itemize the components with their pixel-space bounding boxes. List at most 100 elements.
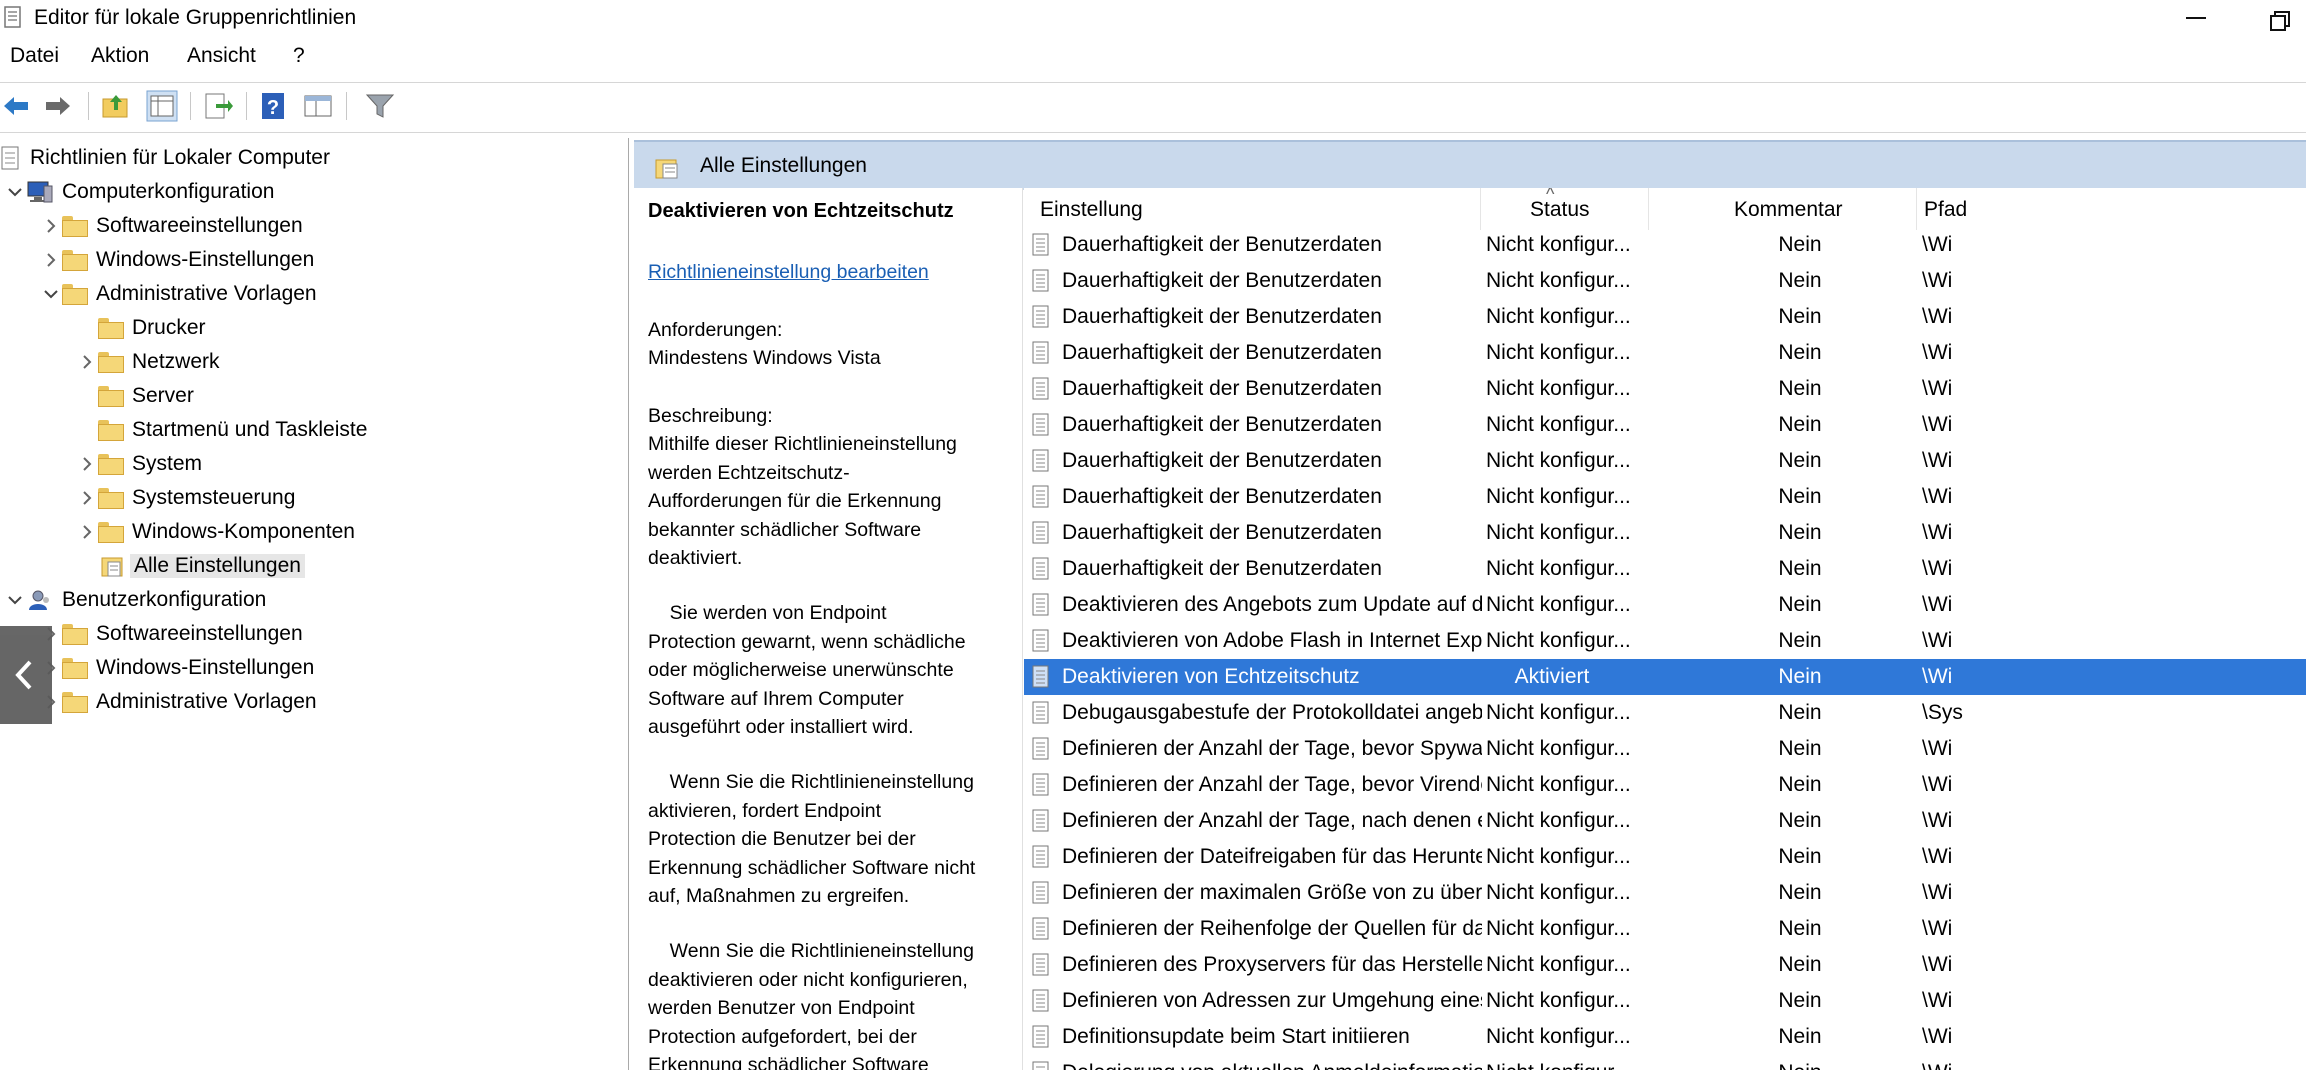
table-row[interactable]: Definieren der Anzahl der Tage, nach den… xyxy=(1024,803,2306,839)
setting-comment: Nein xyxy=(1778,413,1822,436)
tree-item-systemsteuerung[interactable]: Systemsteuerung xyxy=(76,482,295,514)
tree-item-system[interactable]: System xyxy=(76,448,202,480)
tree-item-netzwerk[interactable]: Netzwerk xyxy=(76,346,220,378)
setting-name: Dauerhaftigkeit der Benutzerdaten xyxy=(1062,377,1382,400)
setting-comment: Nein xyxy=(1778,629,1822,652)
edit-policy-link[interactable]: Richtlinieneinstellung bearbeiten xyxy=(648,261,929,284)
table-row[interactable]: Dauerhaftigkeit der Benutzerdaten Nicht k… xyxy=(1024,407,2306,443)
table-row[interactable]: Deaktivieren des Angebots zum Update auf… xyxy=(1024,587,2306,623)
tree-item-softwareeinstellungen[interactable]: Softwareeinstellungen xyxy=(40,210,303,242)
tree-item-user-administrative-vorlagen[interactable]: Administrative Vorlagen xyxy=(40,686,317,718)
table-row[interactable]: Delegierung von aktuellen Anmeldeinforma… xyxy=(1024,1055,2306,1070)
policy-setting-icon xyxy=(1032,665,1049,688)
setting-status: Nicht konfigur... xyxy=(1486,341,1631,364)
tree-item-alle-einstellungen[interactable]: Alle Einstellungen xyxy=(98,550,305,582)
menu-ansicht[interactable]: Ansicht xyxy=(187,44,256,68)
column-header-kommentar[interactable]: Kommentar xyxy=(1734,198,1843,222)
description-label: Beschreibung: xyxy=(648,405,773,427)
folder-icon xyxy=(62,284,88,305)
tree-item-windows-einstellungen[interactable]: Windows-Einstellungen xyxy=(40,244,314,276)
column-divider[interactable] xyxy=(1916,188,1917,230)
column-header-pfad[interactable]: Pfad xyxy=(1924,198,1967,222)
table-row[interactable]: Definieren der Anzahl der Tage, bevor Sp… xyxy=(1024,731,2306,767)
menu-help[interactable]: ? xyxy=(293,44,305,68)
setting-status: Nicht konfigur... xyxy=(1486,593,1631,616)
table-row[interactable]: Definieren des Proxyservers für das Hers… xyxy=(1024,947,2306,983)
table-row[interactable]: Dauerhaftigkeit der Benutzerdaten Nicht k… xyxy=(1024,479,2306,515)
setting-path: \Wi xyxy=(1922,233,1953,256)
column-header-status[interactable]: Status xyxy=(1530,198,1590,222)
table-row[interactable]: Definieren der Reihenfolge der Quellen f… xyxy=(1024,911,2306,947)
properties-pane-icon[interactable] xyxy=(302,90,334,122)
setting-path: \Wi xyxy=(1922,269,1953,292)
menu-datei[interactable]: Datei xyxy=(10,44,59,68)
setting-name: Definieren der Anzahl der Tage, bevor Sp… xyxy=(1062,737,1482,760)
tree-item-windows-komponenten[interactable]: Windows-Komponenten xyxy=(76,516,355,548)
table-row[interactable]: Definieren der Anzahl der Tage, bevor Vi… xyxy=(1024,767,2306,803)
column-header-einstellung[interactable]: Einstellung xyxy=(1040,198,1143,222)
setting-name: Definieren der Dateifreigaben für das He… xyxy=(1062,845,1482,868)
table-row[interactable]: Dauerhaftigkeit der Benutzerdaten Nicht k… xyxy=(1024,515,2306,551)
tree-item-user-softwareeinstellungen[interactable]: Softwareeinstellungen xyxy=(40,618,303,650)
folder-icon xyxy=(98,386,124,407)
setting-path: \Wi xyxy=(1922,449,1953,472)
table-row[interactable]: Dauerhaftigkeit der Benutzerdaten Nicht k… xyxy=(1024,551,2306,587)
chevron-down-icon[interactable] xyxy=(4,181,26,203)
table-row[interactable]: Dauerhaftigkeit der Benutzerdaten Nicht k… xyxy=(1024,227,2306,263)
chevron-right-icon[interactable] xyxy=(76,487,98,509)
setting-comment: Nein xyxy=(1778,449,1822,472)
setting-path: \Wi xyxy=(1922,989,1953,1012)
table-row[interactable]: Deaktivieren von Adobe Flash in Internet… xyxy=(1024,623,2306,659)
scroll-left-button[interactable] xyxy=(0,626,52,724)
show-hide-tree-icon[interactable] xyxy=(146,90,178,122)
chevron-right-icon[interactable] xyxy=(76,351,98,373)
chevron-right-icon[interactable] xyxy=(76,453,98,475)
help-icon[interactable]: ? xyxy=(258,90,290,122)
setting-name: Delegierung von aktuellen Anmeldeinforma… xyxy=(1062,1061,1482,1070)
tree-item-root[interactable]: Richtlinien für Lokaler Computer xyxy=(0,142,330,174)
tree-label: Softwareeinstellungen xyxy=(96,214,303,237)
menu-aktion[interactable]: Aktion xyxy=(91,44,149,68)
setting-status: Nicht konfigur... xyxy=(1486,305,1631,328)
computer-icon xyxy=(27,181,53,203)
tree-item-administrative-vorlagen[interactable]: Administrative Vorlagen xyxy=(40,278,317,310)
table-row[interactable]: Definieren von Adressen zur Umgehung ein… xyxy=(1024,983,2306,1019)
filter-icon[interactable] xyxy=(364,90,396,122)
chevron-right-icon[interactable] xyxy=(40,215,62,237)
tree-item-startmenue[interactable]: Startmenü und Taskleiste xyxy=(98,414,367,446)
tree-item-computerkonfiguration[interactable]: Computerkonfiguration xyxy=(4,176,274,208)
table-row[interactable]: Definitionsupdate beim Start initiieren N… xyxy=(1024,1019,2306,1055)
minimize-button[interactable] xyxy=(2176,0,2216,36)
column-divider[interactable] xyxy=(1480,188,1481,230)
tree-item-drucker[interactable]: Drucker xyxy=(98,312,206,344)
setting-comment: Nein xyxy=(1778,557,1822,580)
forward-arrow-icon[interactable] xyxy=(42,90,74,122)
setting-path: \Wi xyxy=(1922,917,1953,940)
tree-item-user-windows-einstellungen[interactable]: Windows-Einstellungen xyxy=(40,652,314,684)
table-row[interactable]: Dauerhaftigkeit der Benutzerdaten Nicht k… xyxy=(1024,263,2306,299)
policy-setting-icon xyxy=(1032,953,1049,976)
tree-item-benutzerkonfiguration[interactable]: Benutzerkonfiguration xyxy=(4,584,266,616)
back-arrow-icon[interactable] xyxy=(0,90,32,122)
chevron-down-icon[interactable] xyxy=(4,589,26,611)
up-folder-icon[interactable] xyxy=(100,90,132,122)
tree-item-server[interactable]: Server xyxy=(98,380,194,412)
table-row[interactable]: Dauerhaftigkeit der Benutzerdaten Nicht k… xyxy=(1024,371,2306,407)
table-row-selected[interactable]: Deaktivieren von Echtzeitschutz Aktiviert… xyxy=(1024,659,2306,695)
chevron-right-icon[interactable] xyxy=(40,249,62,271)
table-row[interactable]: Dauerhaftigkeit der Benutzerdaten Nicht k… xyxy=(1024,443,2306,479)
table-row[interactable]: Dauerhaftigkeit der Benutzerdaten Nicht k… xyxy=(1024,335,2306,371)
tree-label: Richtlinien für Lokaler Computer xyxy=(30,146,330,169)
export-list-icon[interactable] xyxy=(202,90,234,122)
tree-label: Systemsteuerung xyxy=(132,486,296,509)
table-row[interactable]: Debugausgabestufe der Protokolldatei ang… xyxy=(1024,695,2306,731)
chevron-right-icon[interactable] xyxy=(76,521,98,543)
column-divider[interactable] xyxy=(1648,188,1649,230)
table-row[interactable]: Dauerhaftigkeit der Benutzerdaten Nicht k… xyxy=(1024,299,2306,335)
policy-setting-icon xyxy=(1032,989,1049,1012)
table-row[interactable]: Definieren der Dateifreigaben für das He… xyxy=(1024,839,2306,875)
table-row[interactable]: Definieren der maximalen Größe von zu üb… xyxy=(1024,875,2306,911)
list-header: ^ Einstellung Status Kommentar Pfad xyxy=(1024,188,2306,230)
chevron-down-icon[interactable] xyxy=(40,283,62,305)
restore-button[interactable] xyxy=(2260,0,2300,36)
